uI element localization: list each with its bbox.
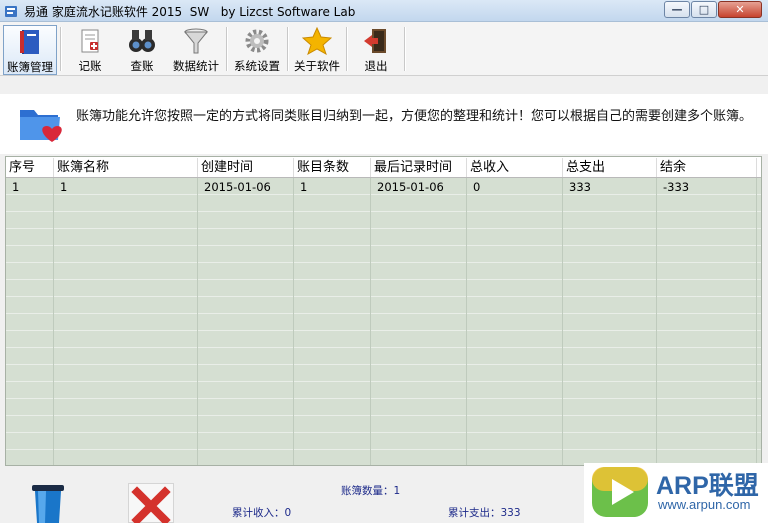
toolbar-about-button[interactable]: 关于软件	[291, 25, 343, 75]
table-row[interactable]: 1 1 2015-01-06 1 2015-01-06 0 333 -333	[6, 179, 761, 196]
column-header-created-time[interactable]: 创建时间	[198, 158, 294, 177]
window-title: 易通 家庭流水记账软件 2015 SW by Lizcst Software L…	[24, 5, 356, 19]
ledger-count-text: 账簿数量：1	[341, 485, 401, 497]
toolbar-statistics-button[interactable]: 数据统计	[170, 25, 222, 75]
total-expense-text: 累计支出：333	[448, 507, 521, 519]
info-text: 账簿功能允许您按照一定的方式将同类账目归纳到一起，方便您的整理和统计！您可以根据…	[76, 109, 753, 124]
maximize-button[interactable]: □	[691, 1, 717, 18]
toolbar-label: 记账	[78, 59, 102, 73]
toolbar-label: 数据统计	[173, 59, 219, 73]
close-button[interactable]: ✕	[718, 1, 762, 18]
toolbar-separator	[404, 27, 406, 71]
record-entry-icon	[81, 29, 99, 53]
close-icon: ✕	[735, 3, 745, 16]
folder-heart-icon	[20, 110, 62, 142]
toolbar-label: 账簿管理	[7, 60, 53, 74]
watermark-url: www.arpun.com	[658, 497, 751, 512]
star-icon	[302, 27, 332, 55]
gear-icon	[245, 29, 269, 53]
funnel-icon	[183, 28, 209, 54]
column-header-balance[interactable]: 结余	[657, 158, 757, 177]
exit-door-icon	[364, 29, 386, 53]
table-gridlines	[6, 157, 761, 465]
cell-last-record-time: 2015-01-06	[377, 180, 444, 194]
ledger-table[interactable]: 序号 账簿名称 创建时间 账目条数 最后记录时间 总收入 总支出 结余 1 1 …	[5, 156, 762, 466]
watermark-logo: ARP联盟 www.arpun.com	[584, 463, 768, 523]
toolbar-separator	[346, 27, 348, 71]
toolbar-label: 退出	[364, 59, 388, 73]
column-header-last-record-time[interactable]: 最后记录时间	[371, 158, 467, 177]
maximize-icon: □	[698, 3, 710, 16]
app-icon	[5, 6, 17, 17]
cancel-button[interactable]	[128, 483, 174, 523]
delete-ledger-button[interactable]	[26, 483, 70, 523]
column-header-total-expense[interactable]: 总支出	[563, 158, 657, 177]
minimize-icon: —	[671, 3, 683, 16]
column-header-total-income[interactable]: 总收入	[467, 158, 563, 177]
title-bar: 易通 家庭流水记账软件 2015 SW by Lizcst Software L…	[0, 0, 768, 22]
trash-bin-icon	[32, 485, 64, 523]
toolbar-label: 查账	[130, 59, 154, 73]
binoculars-icon	[129, 30, 155, 52]
column-header-index[interactable]: 序号	[6, 158, 54, 177]
toolbar-label: 系统设置	[234, 59, 280, 73]
red-x-icon	[131, 486, 171, 523]
toolbar-query-button[interactable]: 查账	[123, 25, 161, 75]
minimize-button[interactable]: —	[664, 1, 690, 18]
toolbar: 账簿管理 记账 查账 数据统计 系统设置 关于软件 退出	[0, 22, 768, 76]
cell-total-income: 0	[473, 180, 481, 194]
cell-balance: -333	[663, 180, 690, 194]
ledger-book-icon	[20, 30, 39, 54]
cell-entry-count: 1	[300, 180, 308, 194]
toolbar-settings-button[interactable]: 系统设置	[231, 25, 283, 75]
toolbar-exit-button[interactable]: 退出	[358, 25, 394, 75]
toolbar-label: 关于软件	[294, 59, 340, 73]
total-income-text: 累计收入：0	[232, 507, 292, 519]
toolbar-separator	[287, 27, 289, 71]
column-header-ledger-name[interactable]: 账簿名称	[54, 158, 198, 177]
toolbar-separator	[60, 27, 62, 71]
cell-created-time: 2015-01-06	[204, 180, 271, 194]
toolbar-ledger-management-button[interactable]: 账簿管理	[3, 25, 57, 75]
cell-total-expense: 333	[569, 180, 591, 194]
toolbar-record-button[interactable]: 记账	[72, 25, 108, 75]
window-controls: — □ ✕	[663, 1, 762, 18]
info-panel: 账簿功能允许您按照一定的方式将同类账目归纳到一起，方便您的整理和统计！您可以根据…	[0, 94, 768, 154]
play-logo-icon	[592, 467, 648, 517]
cell-ledger-name: 1	[60, 180, 68, 194]
toolbar-separator	[226, 27, 228, 71]
cell-index: 1	[12, 180, 20, 194]
table-header: 序号 账簿名称 创建时间 账目条数 最后记录时间 总收入 总支出 结余	[6, 157, 761, 178]
column-header-entry-count[interactable]: 账目条数	[294, 158, 371, 177]
